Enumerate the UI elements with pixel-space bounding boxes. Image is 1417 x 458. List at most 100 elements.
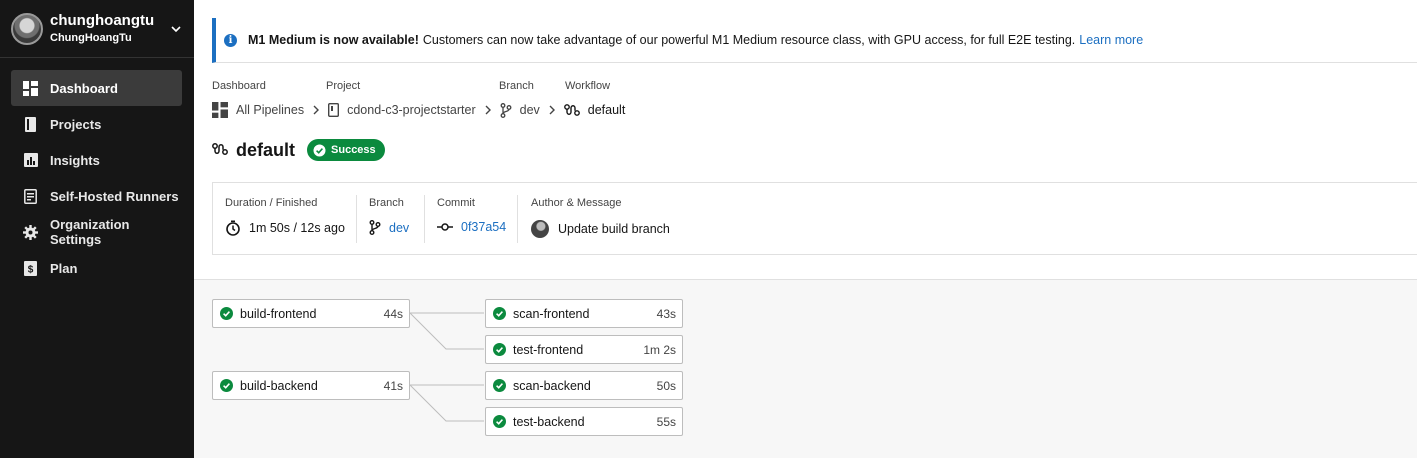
commit-label: Commit <box>437 197 475 209</box>
user-name: chunghoangtu <box>50 12 155 29</box>
status-badge: Success <box>307 139 385 161</box>
divider <box>517 195 518 243</box>
divider <box>424 195 425 243</box>
job-name: test-backend <box>513 414 585 429</box>
user-menu[interactable]: chunghoangtu ChungHoangTu <box>0 0 194 58</box>
sidebar-item-label: Plan <box>50 260 78 276</box>
breadcrumb-all-pipelines[interactable]: All Pipelines <box>236 103 304 117</box>
job-scan-backend[interactable]: scan-backend 50s <box>485 371 683 400</box>
dollar-icon: $ <box>23 260 38 276</box>
avatar <box>11 13 43 45</box>
job-name: scan-frontend <box>513 306 590 321</box>
job-duration: 43s <box>656 307 676 321</box>
dashboard-icon <box>23 80 38 96</box>
banner-title: M1 Medium is now available! <box>248 33 419 47</box>
sidebar-nav: Dashboard Projects Insights Self-Hosted … <box>11 70 182 286</box>
page-title: default <box>236 139 296 160</box>
announcement-banner: i M1 Medium is now available! Customers … <box>212 18 1417 63</box>
edge-build-backend-test-backend <box>409 384 484 422</box>
branch-icon <box>500 102 512 118</box>
workflow-icon <box>563 103 580 117</box>
check-circle-icon <box>220 379 233 392</box>
check-circle-icon <box>493 343 506 356</box>
sidebar-item-plan[interactable]: $ Plan <box>11 250 182 286</box>
dashboard-icon <box>212 102 228 118</box>
sidebar-item-dashboard[interactable]: Dashboard <box>11 70 182 106</box>
learn-more-link[interactable]: Learn more <box>1079 33 1143 47</box>
sidebar-item-label: Insights <box>50 152 100 168</box>
commit-icon <box>437 222 453 232</box>
check-circle-icon <box>493 415 506 428</box>
breadcrumb: All Pipelines cdond-c3-projectstarter de… <box>212 101 625 119</box>
sidebar-item-projects[interactable]: Projects <box>11 106 182 142</box>
breadcrumb-label-workflow: Workflow <box>565 80 611 92</box>
job-build-backend[interactable]: build-backend 41s <box>212 371 410 400</box>
author-value: Update build branch <box>531 220 670 238</box>
sidebar: chunghoangtu ChungHoangTu Dashboard Proj… <box>0 0 194 458</box>
sidebar-item-label: Projects <box>50 116 102 132</box>
breadcrumb-project[interactable]: cdond-c3-projectstarter <box>347 103 476 117</box>
workflow-details-card: Duration / Finished 1m 50s / 12s ago Bra… <box>212 182 1417 255</box>
commit-message: Update build branch <box>558 222 670 236</box>
user-handle: ChungHoangTu <box>50 32 132 44</box>
check-circle-icon <box>220 307 233 320</box>
sidebar-item-insights[interactable]: Insights <box>11 142 182 178</box>
chevron-right-icon <box>484 105 492 115</box>
repo-icon <box>328 103 340 117</box>
chevron-right-icon <box>312 105 320 115</box>
bar-chart-icon <box>23 153 38 168</box>
check-circle-icon <box>313 144 326 156</box>
info-icon: i <box>224 33 237 47</box>
workflow-header: default Success <box>212 139 385 161</box>
job-test-frontend[interactable]: test-frontend 1m 2s <box>485 335 683 364</box>
job-name: build-backend <box>240 378 318 393</box>
job-name: build-frontend <box>240 306 317 321</box>
job-name: scan-backend <box>513 378 591 393</box>
chevron-right-icon <box>548 105 556 115</box>
branch-link[interactable]: dev <box>389 221 409 235</box>
status-text: Success <box>331 144 376 156</box>
author-avatar <box>531 220 549 238</box>
breadcrumb-label-dashboard: Dashboard <box>212 80 266 92</box>
gear-icon <box>23 224 38 240</box>
duration-label: Duration / Finished <box>225 197 318 209</box>
branch-icon <box>369 220 381 235</box>
commit-link[interactable]: 0f37a54 <box>461 220 506 234</box>
sidebar-item-label: Self-Hosted Runners <box>50 188 179 204</box>
sidebar-item-self-hosted-runners[interactable]: Self-Hosted Runners <box>11 178 182 214</box>
branch-label: Branch <box>369 197 404 209</box>
duration-value: 1m 50s / 12s ago <box>225 220 345 236</box>
workflow-graph: build-frontend 44s build-backend 41s sca… <box>194 279 1417 458</box>
job-duration: 50s <box>656 379 676 393</box>
sidebar-item-organization-settings[interactable]: Organization Settings <box>11 214 182 250</box>
breadcrumb-workflow: default <box>587 103 626 117</box>
breadcrumb-branch[interactable]: dev <box>520 103 540 117</box>
job-duration: 1m 2s <box>643 343 676 357</box>
divider <box>356 195 357 243</box>
runner-icon <box>23 188 38 204</box>
sidebar-item-label: Organization Settings <box>50 217 130 247</box>
book-icon <box>23 116 38 132</box>
job-duration: 55s <box>656 415 676 429</box>
job-build-frontend[interactable]: build-frontend 44s <box>212 299 410 328</box>
banner-text: Customers can now take advantage of our … <box>422 33 1076 47</box>
svg-text:$: $ <box>28 264 34 275</box>
check-circle-icon <box>493 379 506 392</box>
job-duration: 41s <box>383 379 403 393</box>
sidebar-item-label: Dashboard <box>50 80 118 96</box>
workflow-icon <box>212 142 228 159</box>
author-label: Author & Message <box>531 197 622 209</box>
branch-value: dev <box>369 220 409 235</box>
check-circle-icon <box>493 307 506 320</box>
job-test-backend[interactable]: test-backend 55s <box>485 407 683 436</box>
job-duration: 44s <box>383 307 403 321</box>
breadcrumb-label-branch: Branch <box>499 80 534 92</box>
breadcrumb-label-project: Project <box>326 80 361 92</box>
commit-value: 0f37a54 <box>437 220 506 234</box>
duration-text: 1m 50s / 12s ago <box>249 221 345 235</box>
job-name: test-frontend <box>513 342 584 357</box>
edge-build-frontend-test-frontend <box>409 312 484 350</box>
job-scan-frontend[interactable]: scan-frontend 43s <box>485 299 683 328</box>
stopwatch-icon <box>225 220 241 236</box>
chevron-down-icon[interactable] <box>169 22 183 36</box>
